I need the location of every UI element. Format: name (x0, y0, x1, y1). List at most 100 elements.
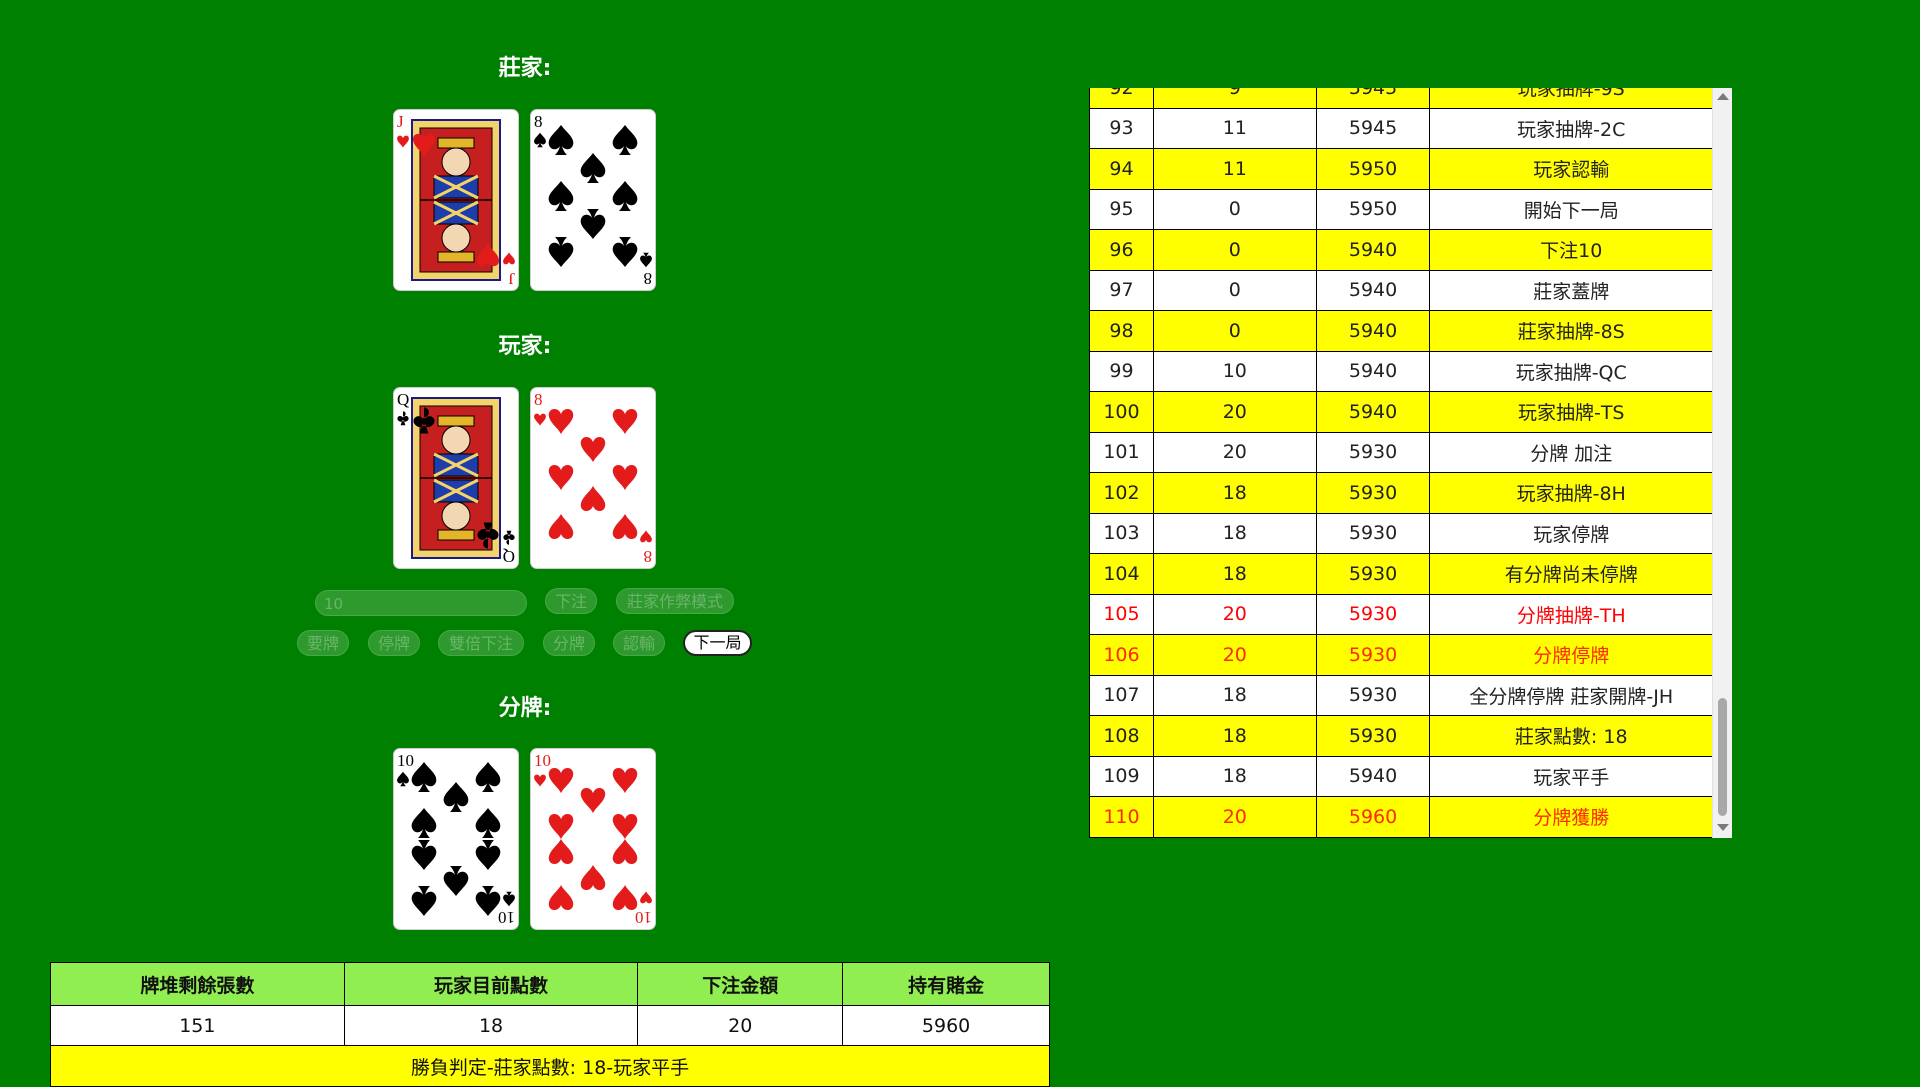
surrender-button[interactable]: 認輸 (613, 630, 665, 656)
log-cell-n: 100 (1089, 391, 1154, 433)
suit-pip-icon (548, 514, 574, 540)
double-down-button[interactable]: 雙倍下注 (438, 630, 524, 656)
table-row: 97 0 5940 莊家蓋牌 (1089, 269, 1713, 311)
card-rank-label: 10 (534, 751, 551, 770)
status-bet-amount: 20 (637, 1005, 844, 1046)
card-rank-label: 10 (397, 751, 414, 770)
suit-pip-icon (580, 787, 606, 813)
log-cell-action: 莊家抽牌-8S (1429, 310, 1713, 352)
log-cell-points: 18 (1152, 715, 1317, 757)
scroll-down-arrow-icon[interactable] (1717, 824, 1729, 831)
log-cell-n: 109 (1089, 755, 1154, 797)
log-cell-points: 20 (1152, 796, 1317, 838)
log-cell-n: 102 (1089, 472, 1154, 514)
split-button[interactable]: 分牌 (543, 630, 595, 656)
log-cell-money: 5945 (1315, 88, 1431, 109)
card-rank-label: 8 (644, 269, 653, 288)
table-row: 106 20 5930 分牌停牌 (1089, 634, 1713, 676)
suit-pip-icon (548, 885, 574, 911)
log-cell-n: 110 (1089, 796, 1154, 838)
log-cell-n: 103 (1089, 512, 1154, 554)
table-row: 9295945玩家抽牌-9S (1089, 88, 1713, 109)
table-row: 103 18 5930 玩家停牌 (1089, 512, 1713, 554)
log-cell-money: 5930 (1315, 553, 1431, 595)
heart-ten-card-face: 10 10 (534, 751, 652, 927)
suit-pip-icon (612, 839, 638, 865)
spade-ten-card-face: 10 10 (397, 751, 515, 927)
log-cell-points: 18 (1152, 674, 1317, 716)
suit-pip-icon (612, 813, 638, 839)
hit-button[interactable]: 要牌 (297, 630, 349, 656)
log-cell-action: 玩家抽牌-TS (1429, 391, 1713, 433)
log-cell-money: 5940 (1315, 269, 1431, 311)
log-cell-n: 108 (1089, 715, 1154, 757)
suit-pip-icon (612, 408, 638, 434)
table-row: 109 18 5940 玩家平手 (1089, 755, 1713, 797)
table-row: 101 20 5930 分牌 加注 (1089, 431, 1713, 473)
log-cell-money: 5940 (1315, 310, 1431, 352)
bet-amount-input[interactable]: 10 (315, 590, 527, 616)
log-cell-money: 5945 (1315, 107, 1431, 149)
split-label: 分牌: (498, 696, 552, 721)
table-row: 95 0 5950 開始下一局 (1089, 188, 1713, 230)
suit-pip-icon (612, 237, 638, 267)
dealer-label: 莊家: (498, 56, 552, 81)
suit-pip-icon (612, 125, 638, 155)
log-cell-points: 10 (1152, 350, 1317, 392)
suit-pip-icon (580, 865, 606, 891)
corner-suit-icon (534, 132, 546, 148)
status-deck-remaining: 151 (50, 1005, 345, 1046)
log-cell-n: 105 (1089, 593, 1154, 635)
log-cell-money: 5950 (1315, 148, 1431, 190)
stand-button[interactable]: 停牌 (368, 630, 420, 656)
corner-suit-icon (640, 530, 652, 543)
log-cell-action: 分牌獲勝 (1429, 796, 1713, 838)
player-card-1: QQ (394, 388, 518, 568)
heart-jack-card-face: JJ (397, 112, 515, 288)
suit-pip-icon (548, 464, 574, 490)
log-cell-points: 0 (1152, 269, 1317, 311)
suit-pip-icon (411, 886, 437, 916)
card-rank-label: 8 (644, 547, 653, 566)
table-row: 94 11 5950 玩家認輸 (1089, 148, 1713, 190)
log-cell-action: 分牌抽牌-TH (1429, 593, 1713, 635)
suit-pip-icon (612, 767, 638, 793)
next-round-button[interactable]: 下一局 (683, 630, 752, 656)
status-bankroll: 5960 (842, 1005, 1050, 1046)
split-card-2: 10 10 (531, 749, 655, 929)
suit-pip-icon (443, 866, 469, 896)
card-rank-label: 8 (534, 112, 543, 131)
log-cell-points: 20 (1152, 634, 1317, 676)
suit-pip-icon (580, 153, 606, 183)
action-log-panel[interactable]: 9295945玩家抽牌-9S93115945玩家抽牌-2C94115950玩家認… (1089, 88, 1732, 838)
log-cell-money: 5930 (1315, 472, 1431, 514)
log-cell-n: 98 (1089, 310, 1154, 352)
log-cell-action: 玩家平手 (1429, 755, 1713, 797)
bet-button[interactable]: 下注 (545, 588, 597, 614)
suit-pip-icon (475, 840, 501, 870)
corner-suit-icon (397, 771, 409, 787)
suit-pip-icon (612, 885, 638, 911)
status-header-player-points: 玩家目前點數 (343, 962, 639, 1006)
suit-pip-icon (411, 762, 437, 792)
log-cell-n: 107 (1089, 674, 1154, 716)
log-cell-points: 18 (1152, 472, 1317, 514)
log-scrollbar[interactable] (1712, 88, 1732, 838)
corner-suit-icon (534, 774, 546, 787)
log-cell-action: 玩家抽牌-8H (1429, 472, 1713, 514)
suit-pip-icon (548, 125, 574, 155)
suit-pip-icon (548, 408, 574, 434)
card-rank-label: 10 (498, 908, 515, 927)
suit-pip-icon (612, 464, 638, 490)
suit-pip-icon (475, 808, 501, 838)
scroll-thumb[interactable] (1718, 698, 1727, 816)
log-cell-money: 5930 (1315, 593, 1431, 635)
log-cell-action: 玩家抽牌-QC (1429, 350, 1713, 392)
scroll-up-arrow-icon[interactable] (1717, 93, 1729, 100)
log-cell-n: 95 (1089, 188, 1154, 230)
log-cell-money: 5940 (1315, 350, 1431, 392)
status-result: 勝負判定-莊家點數: 18-玩家平手 (50, 1045, 1050, 1087)
log-cell-action: 玩家抽牌-9S (1429, 88, 1713, 109)
dealer-cheat-mode-button[interactable]: 莊家作弊模式 (616, 588, 734, 614)
table-row: 93 11 5945 玩家抽牌-2C (1089, 107, 1713, 149)
